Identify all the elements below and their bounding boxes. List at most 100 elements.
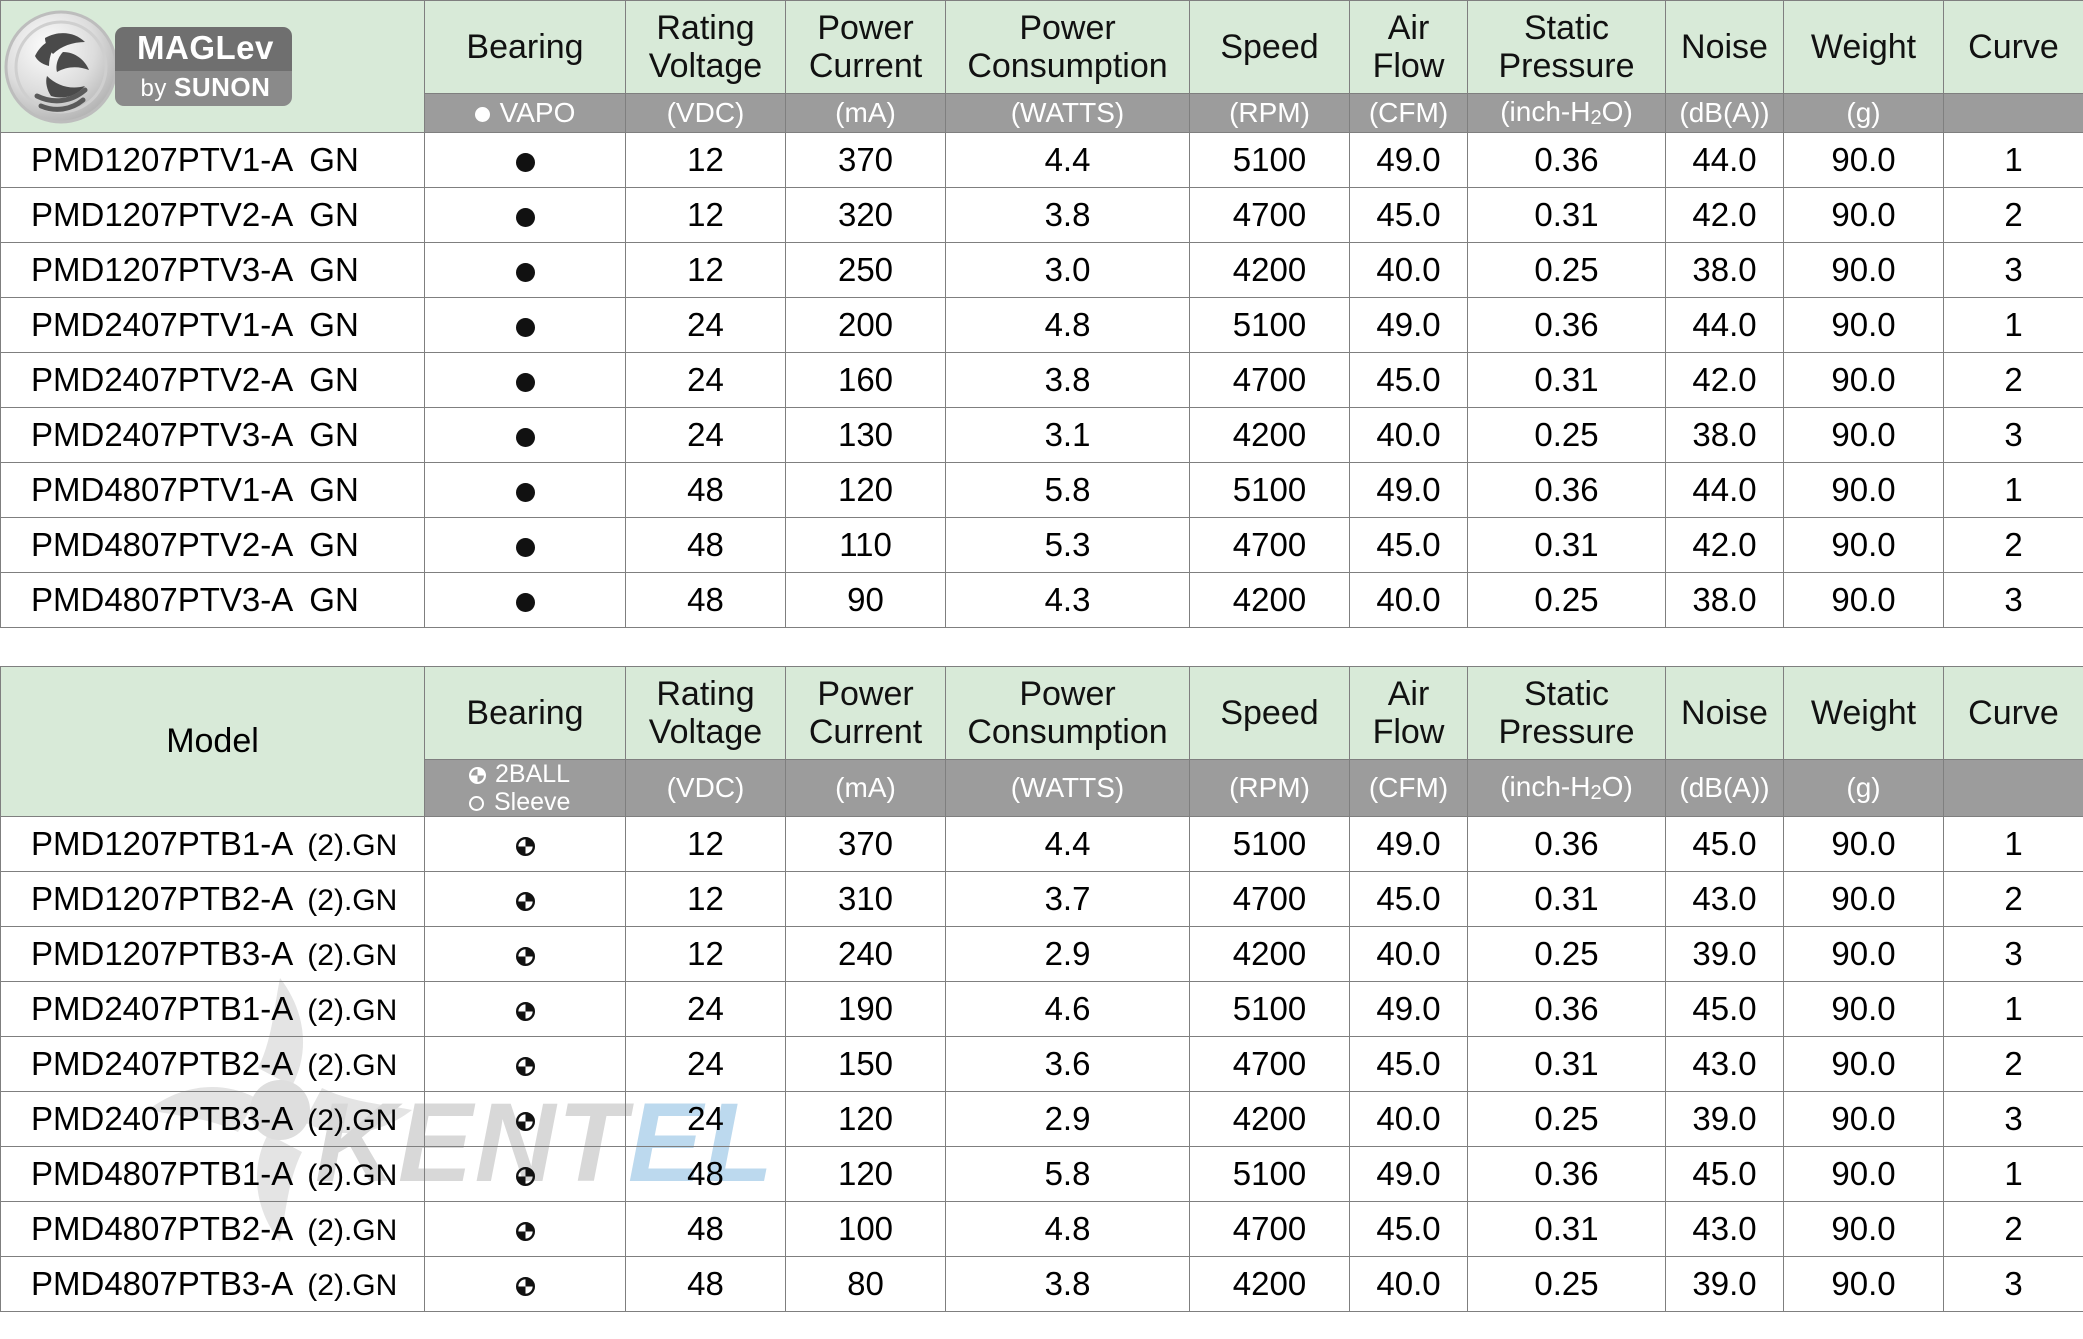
speed-cell: 4700: [1189, 352, 1350, 408]
consumption-cell: 4.4: [945, 132, 1190, 188]
model-suffix: GN: [309, 306, 359, 343]
table-row: PMD4807PTV1-A GN 48 120 5.8 5100 49.0 0.36 44.0 9…: [0, 462, 2083, 518]
weight-cell: 90.0: [1783, 1146, 1944, 1202]
flow-label: Flow: [1372, 47, 1445, 85]
model-cell: PMD1207PTV3-A GN: [0, 242, 425, 298]
consumption-cell: 4.6: [945, 981, 1190, 1037]
speed-cell: 4200: [1189, 242, 1350, 298]
current-cell: 160: [785, 352, 946, 408]
curve-cell: 1: [1943, 132, 2083, 188]
consumption-cell: 3.0: [945, 242, 1190, 298]
power-label-22: Power: [1019, 674, 1116, 713]
model-cell: PMD2407PTV2-A GN: [0, 352, 425, 408]
air-flow-cell: 49.0: [1349, 981, 1468, 1037]
curve-cell: 3: [1943, 1256, 2083, 1312]
weight-cell: 90.0: [1783, 517, 1944, 573]
weight-cell: 90.0: [1783, 1201, 1944, 1257]
unit-speed-2: (RPM): [1189, 759, 1350, 817]
model-suffix: GN: [309, 471, 359, 508]
pressure-label: Pressure: [1498, 47, 1635, 85]
bearing-cell: [424, 926, 626, 982]
unit-consumption-2: (WATTS): [945, 759, 1190, 817]
current-cell: 320: [785, 187, 946, 243]
curve-cell: 3: [1943, 926, 2083, 982]
curve-cell: 3: [1943, 407, 2083, 463]
speed-cell: 4700: [1189, 1036, 1350, 1092]
maglev-by-label: by: [140, 74, 174, 102]
noise-cell: 44.0: [1665, 462, 1784, 518]
table-row: PMD4807PTB1-A (2).GN 48 120 5.8 5100 49.0 0.36 4…: [0, 1146, 2083, 1202]
noise-cell: 39.0: [1665, 1091, 1784, 1147]
static-label: Static: [1523, 8, 1610, 47]
unit-bearing-vapo: VAPO: [424, 93, 626, 133]
model-suffix: (2).GN: [307, 1049, 398, 1082]
curve-cell: 1: [1943, 816, 2083, 872]
table-row: PMD1207PTB2-A (2).GN 12 310 3.7 4700 45.0 0.31 4…: [0, 871, 2083, 927]
model-suffix: GN: [309, 416, 359, 453]
consumption-cell: 3.8: [945, 1256, 1190, 1312]
model-name: PMD4807PTV1-A: [31, 471, 294, 508]
voltage-cell: 24: [625, 352, 786, 408]
voltage-cell: 48: [625, 1146, 786, 1202]
table-row: PMD1207PTB3-A (2).GN 12 240 2.9 4200 40.0 0.25 3…: [0, 926, 2083, 982]
model-cell: PMD4807PTV2-A GN: [0, 517, 425, 573]
curve-cell: 2: [1943, 1036, 2083, 1092]
weight-cell: 90.0: [1783, 1036, 1944, 1092]
current-cell: 120: [785, 1091, 946, 1147]
model-cell: PMD2407PTB1-A (2).GN: [0, 981, 425, 1037]
col-header-noise: Noise: [1665, 0, 1784, 94]
col-header-bearing: Bearing: [424, 0, 626, 94]
model-name: PMD4807PTV3-A: [31, 581, 294, 618]
air-label: Air: [1387, 8, 1430, 47]
weight-cell: 90.0: [1783, 816, 1944, 872]
static-pressure-cell: 0.36: [1467, 462, 1666, 518]
vapo-bearing-icon: [515, 372, 535, 392]
model-suffix: (2).GN: [307, 994, 398, 1027]
table-row: PMD2407PTV2-A GN 24 160 3.8 4700 45.0 0.31 42.0 9…: [0, 352, 2083, 408]
voltage-cell: 24: [625, 981, 786, 1037]
model-suffix: GN: [309, 361, 359, 398]
noise-cell: 45.0: [1665, 816, 1784, 872]
static-pressure-cell: 0.36: [1467, 1146, 1666, 1202]
air-flow-cell: 45.0: [1349, 1036, 1468, 1092]
consumption-label-2: Consumption: [967, 713, 1168, 751]
air-label-2: Air: [1387, 674, 1430, 713]
air-flow-cell: 40.0: [1349, 572, 1468, 628]
model-cell: PMD4807PTB1-A (2).GN: [0, 1146, 425, 1202]
noise-cell: 39.0: [1665, 1256, 1784, 1312]
unit-voltage: (VDC): [625, 93, 786, 133]
model-name: PMD2407PTV1-A: [31, 306, 294, 343]
sleeve-label: Sleeve: [494, 788, 571, 816]
speed-cell: 5100: [1189, 297, 1350, 353]
noise-cell: 39.0: [1665, 926, 1784, 982]
static-pressure-cell: 0.25: [1467, 1256, 1666, 1312]
speed-cell: 4700: [1189, 187, 1350, 243]
static-pressure-cell: 0.31: [1467, 1201, 1666, 1257]
bearing-cell: [424, 462, 626, 518]
table-row: PMD1207PTV1-A GN 12 370 4.4 5100 49.0 0.36 44.0 9…: [0, 132, 2083, 188]
consumption-cell: 5.8: [945, 1146, 1190, 1202]
voltage-cell: 12: [625, 132, 786, 188]
vapo-bearing-icon: [515, 317, 535, 337]
model-suffix: (2).GN: [307, 1214, 398, 1247]
consumption-cell: 3.1: [945, 407, 1190, 463]
unit-noise-2: (dB(A)): [1665, 759, 1784, 817]
col-header-rating-voltage-2: Rating Voltage: [625, 666, 786, 760]
current-cell: 370: [785, 816, 946, 872]
current-cell: 240: [785, 926, 946, 982]
two-ball-label: 2BALL: [495, 760, 571, 788]
weight-cell: 90.0: [1783, 1091, 1944, 1147]
model-suffix: (2).GN: [307, 1104, 398, 1137]
col-header-power-consumption: Power Consumption: [945, 0, 1190, 94]
speed-cell: 5100: [1189, 1146, 1350, 1202]
bearing-cell: [424, 1256, 626, 1312]
model-suffix: (2).GN: [307, 1269, 398, 1302]
vapo-spec-table: MAGLev by SUNON Bearing Rating Voltage P…: [0, 0, 2083, 628]
sp-post: O): [1601, 95, 1633, 127]
model-name: PMD1207PTB2-A: [31, 880, 294, 917]
model-name: PMD1207PTB3-A: [31, 935, 294, 972]
maglev-swirl-icon: [4, 10, 118, 123]
col-header-noise-2: Noise: [1665, 666, 1784, 760]
weight-cell: 90.0: [1783, 926, 1944, 982]
consumption-cell: 5.3: [945, 517, 1190, 573]
